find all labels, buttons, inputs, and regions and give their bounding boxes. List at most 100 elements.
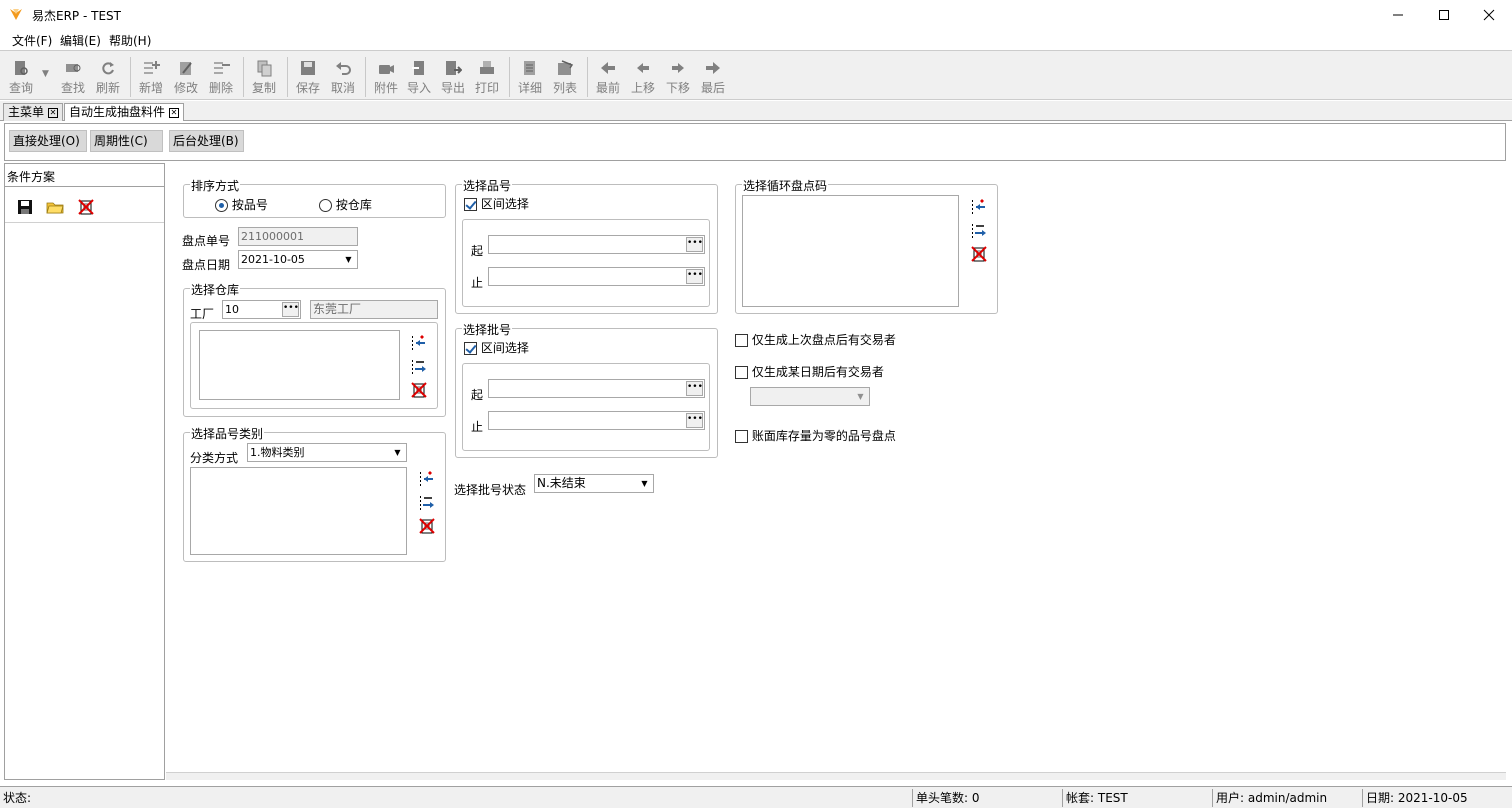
lookup-button[interactable]: ••• bbox=[686, 413, 703, 428]
option-after-date-checkbox[interactable]: 仅生成某日期后有交易者 bbox=[735, 363, 884, 380]
chevron-down-icon[interactable]: ▼ bbox=[342, 253, 355, 266]
count-date-value: 2021-10-05 bbox=[241, 253, 305, 266]
move-list-icon[interactable] bbox=[410, 357, 428, 375]
close-tab-icon[interactable]: ✕ bbox=[48, 107, 59, 118]
save-toolbar-button[interactable]: 保存 bbox=[291, 57, 325, 101]
clear-list-icon[interactable] bbox=[410, 381, 428, 399]
add-list-icon[interactable] bbox=[410, 333, 428, 351]
chevron-down-icon[interactable]: ▼ bbox=[638, 477, 651, 490]
edit-icon bbox=[180, 62, 192, 75]
batch-to-input[interactable]: ••• bbox=[488, 411, 705, 430]
first-button[interactable]: 最前 bbox=[591, 57, 625, 101]
last-button[interactable]: 最后 bbox=[696, 57, 730, 101]
batch-to-label: 止 bbox=[471, 420, 484, 434]
item-to-input[interactable]: ••• bbox=[488, 267, 705, 286]
edit-button[interactable]: 修改 bbox=[169, 57, 203, 101]
maximize-icon bbox=[1439, 10, 1449, 20]
attachment-label: 附件 bbox=[373, 81, 398, 95]
sort-by-warehouse-radio[interactable]: 按仓库 bbox=[319, 196, 372, 213]
list-button[interactable]: 列表 bbox=[548, 57, 582, 101]
first-icon bbox=[601, 62, 615, 74]
menu-bar: 文件(F) 编辑(E) 帮助(H) bbox=[0, 30, 1512, 50]
factory-label: 工厂 bbox=[190, 307, 215, 321]
tab-auto-count[interactable]: 自动生成抽盘料件 ✕ bbox=[64, 103, 185, 121]
query-button[interactable]: 查询 bbox=[4, 57, 38, 101]
save-label: 保存 bbox=[295, 81, 320, 95]
close-button[interactable] bbox=[1466, 0, 1512, 30]
classify-method-select[interactable]: 1.物料类别 ▼ bbox=[247, 443, 407, 462]
maximize-button[interactable] bbox=[1421, 0, 1467, 30]
chevron-down-icon[interactable]: ▼ bbox=[391, 446, 404, 459]
lookup-button[interactable]: ••• bbox=[686, 381, 703, 396]
batch-range-checkbox[interactable]: 区间选择 bbox=[464, 339, 529, 356]
find-label: 查找 bbox=[60, 81, 85, 95]
delete-label: 删除 bbox=[208, 81, 233, 95]
account-set: 帐套: TEST bbox=[1062, 789, 1212, 807]
count-date-select[interactable]: 2021-10-05 ▼ bbox=[238, 250, 358, 269]
attachment-button[interactable]: 附件 bbox=[369, 57, 403, 101]
factory-code-input[interactable]: 10 ••• bbox=[222, 300, 301, 319]
delete-button[interactable]: 删除 bbox=[204, 57, 238, 101]
item-range-checkbox[interactable]: 区间选择 bbox=[464, 195, 529, 212]
periodic-button[interactable]: 周期性(C) bbox=[90, 130, 163, 152]
import-button[interactable]: 导入 bbox=[402, 57, 436, 101]
minimize-button[interactable] bbox=[1375, 0, 1421, 30]
batch-from-input[interactable]: ••• bbox=[488, 379, 705, 398]
down-button[interactable]: 下移 bbox=[661, 57, 695, 101]
menu-edit[interactable]: 编辑(E) bbox=[60, 32, 101, 49]
save-scheme-icon[interactable] bbox=[16, 198, 34, 216]
batch-status-select[interactable]: N.未结束 ▼ bbox=[534, 474, 654, 493]
export-button[interactable]: 导出 bbox=[436, 57, 470, 101]
menu-help[interactable]: 帮助(H) bbox=[109, 32, 151, 49]
classify-method-label: 分类方式 bbox=[190, 451, 239, 465]
lookup-button[interactable]: ••• bbox=[686, 237, 703, 252]
lookup-button[interactable]: ••• bbox=[282, 302, 299, 317]
tab-main-menu[interactable]: 主菜单 ✕ bbox=[3, 103, 64, 121]
delete-scheme-icon[interactable] bbox=[77, 198, 95, 216]
detail-button[interactable]: 详细 bbox=[513, 57, 547, 101]
menu-file[interactable]: 文件(F) bbox=[12, 32, 52, 49]
background-process-button[interactable]: 后台处理(B) bbox=[169, 130, 244, 152]
toolbar-separator bbox=[243, 57, 244, 97]
refresh-button[interactable]: 刷新 bbox=[91, 57, 125, 101]
current-user: 用户: admin/admin bbox=[1212, 789, 1362, 807]
import-label: 导入 bbox=[406, 81, 431, 95]
query-dropdown-icon[interactable]: ▼ bbox=[42, 69, 49, 79]
import-icon bbox=[412, 61, 424, 75]
open-folder-icon[interactable] bbox=[46, 198, 64, 216]
toolbar-separator bbox=[509, 57, 510, 97]
print-button[interactable]: 打印 bbox=[470, 57, 504, 101]
option-zero-stock-label: 账面库存量为零的品号盘点 bbox=[751, 429, 896, 443]
mode-bar: 直接处理(O) 周期性(C) 后台处理(B) bbox=[4, 123, 1506, 161]
edit-label: 修改 bbox=[173, 81, 198, 95]
option-zero-stock-checkbox[interactable]: 账面库存量为零的品号盘点 bbox=[735, 427, 896, 444]
find-button[interactable]: 查找 bbox=[56, 57, 90, 101]
batch-status-value: N.未结束 bbox=[537, 476, 586, 490]
add-button[interactable]: 新增 bbox=[134, 57, 168, 101]
move-list-icon[interactable] bbox=[970, 221, 988, 239]
add-list-icon[interactable] bbox=[418, 469, 436, 487]
cancel-button[interactable]: 取消 bbox=[326, 57, 360, 101]
category-list[interactable] bbox=[190, 467, 407, 555]
clear-list-icon[interactable] bbox=[970, 245, 988, 263]
item-from-input[interactable]: ••• bbox=[488, 235, 705, 254]
divider bbox=[5, 186, 164, 187]
batch-range-frame: 起 ••• 止 ••• bbox=[462, 363, 710, 451]
move-list-icon[interactable] bbox=[418, 493, 436, 511]
cycle-code-list[interactable] bbox=[742, 195, 959, 307]
lookup-button[interactable]: ••• bbox=[686, 269, 703, 284]
option-last-count-checkbox[interactable]: 仅生成上次盘点后有交易者 bbox=[735, 331, 896, 348]
window-title: 易杰ERP - TEST bbox=[32, 9, 121, 23]
copy-button[interactable]: 复制 bbox=[247, 57, 281, 101]
sort-by-item-radio[interactable]: 按品号 bbox=[215, 196, 268, 213]
horizontal-scrollbar[interactable] bbox=[166, 772, 1506, 780]
direct-process-button[interactable]: 直接处理(O) bbox=[9, 130, 87, 152]
undo-icon bbox=[336, 62, 351, 75]
warehouse-list[interactable] bbox=[199, 330, 400, 400]
up-button[interactable]: 上移 bbox=[626, 57, 660, 101]
refresh-label: 刷新 bbox=[95, 81, 120, 95]
close-tab-icon[interactable]: ✕ bbox=[169, 107, 180, 118]
add-list-icon[interactable] bbox=[970, 197, 988, 215]
clear-list-icon[interactable] bbox=[418, 517, 436, 535]
delete-icon bbox=[214, 62, 230, 74]
